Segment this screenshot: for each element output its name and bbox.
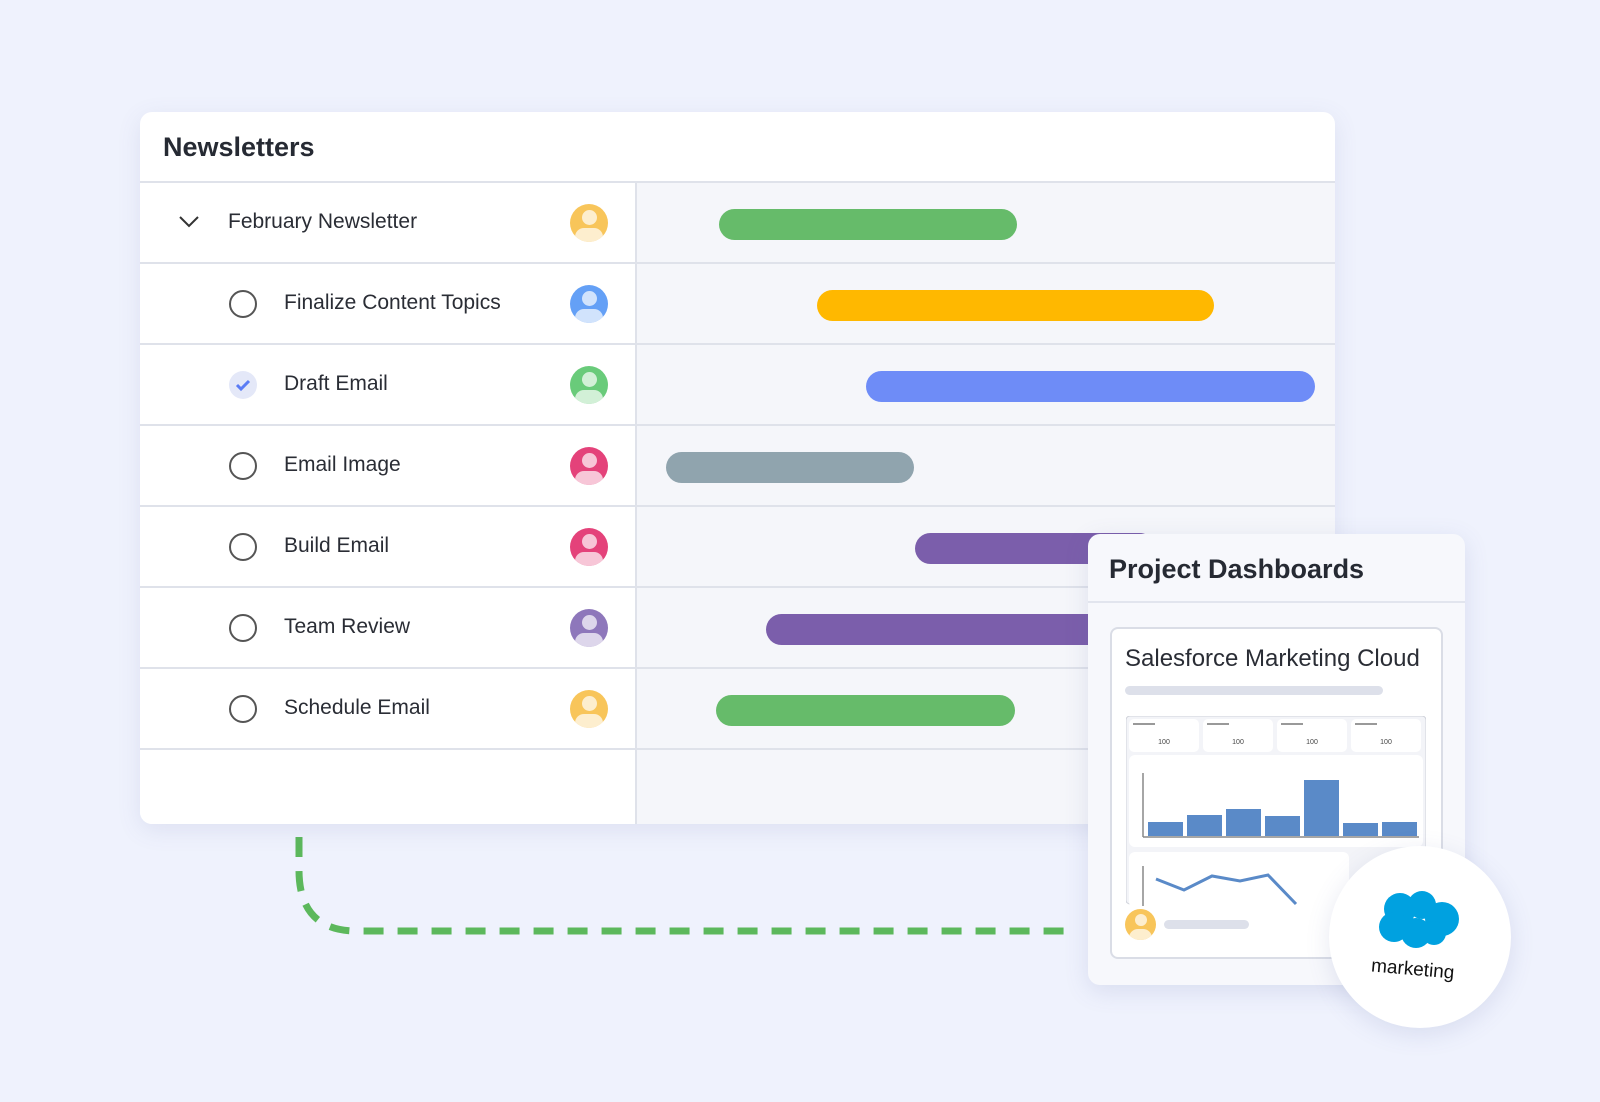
task-checkbox[interactable] [229, 533, 257, 561]
assignee-avatar[interactable] [570, 609, 608, 647]
dashboards-title: Project Dashboards [1109, 554, 1365, 584]
kpi-value: 100 [1158, 739, 1170, 746]
thumbnail-bar [1187, 815, 1222, 836]
group-label: February Newsletter [228, 210, 418, 233]
task-label: Draft Email [284, 372, 388, 395]
divider [1088, 601, 1465, 603]
task-label: Finalize Content Topics [284, 291, 501, 314]
task-checkbox[interactable] [229, 452, 257, 480]
task-cell: Build Email [140, 507, 637, 586]
task-checkbox[interactable] [229, 614, 257, 642]
task-label: Team Review [284, 615, 411, 638]
owner-avatar [1125, 909, 1156, 940]
thumbnail-bar [1343, 823, 1378, 836]
assignee-avatar[interactable] [570, 447, 608, 485]
task-row[interactable]: Finalize Content Topics [140, 264, 1335, 345]
timeline-cell [637, 183, 1335, 262]
group-row[interactable]: February Newsletter [140, 183, 1335, 264]
task-label: Email Image [284, 453, 401, 476]
thumbnail-bar [1148, 822, 1183, 836]
task-label: Schedule Email [284, 696, 430, 719]
timeline-cell [637, 345, 1335, 424]
check-icon [235, 379, 251, 392]
thumbnail-bar [1265, 816, 1300, 836]
task-cell: Draft Email [140, 345, 637, 424]
thumbnail-bar [1382, 822, 1417, 836]
task-cell: Schedule Email [140, 669, 637, 748]
timeline-cell [637, 264, 1335, 343]
assignee-avatar[interactable] [570, 690, 608, 728]
task-checkbox[interactable] [229, 695, 257, 723]
card-title: Newsletters [163, 132, 315, 162]
kpi-value: 100 [1380, 739, 1392, 746]
assignee-avatar[interactable] [570, 285, 608, 323]
task-label: Build Email [284, 534, 390, 557]
kpi-value: 100 [1306, 739, 1318, 746]
assignee-avatar[interactable] [570, 366, 608, 404]
chevron-down-icon[interactable] [176, 209, 202, 235]
salesforce-cloud-icon [1379, 891, 1459, 948]
placeholder-line [1125, 686, 1383, 695]
placeholder-line [1164, 920, 1249, 929]
logo-text: marketing [1370, 955, 1456, 984]
task-cell: Team Review [140, 588, 637, 667]
kpi-value: 100 [1232, 739, 1244, 746]
gantt-bar[interactable] [666, 452, 914, 483]
assignee-avatar[interactable] [570, 204, 608, 242]
timeline-cell [637, 426, 1335, 505]
task-cell: Finalize Content Topics [140, 264, 637, 343]
gantt-bar[interactable] [866, 371, 1315, 402]
gantt-bar[interactable] [719, 209, 1017, 240]
dashboard-name: Salesforce Marketing Cloud [1125, 645, 1420, 672]
task-row[interactable]: Email Image [140, 426, 1335, 507]
task-cell: Email Image [140, 426, 637, 505]
salesforce-marketing-logo: marketing [1329, 846, 1511, 1028]
thumbnail-bar [1226, 809, 1261, 836]
task-cell: February Newsletter [140, 183, 637, 262]
assignee-avatar[interactable] [570, 528, 608, 566]
task-checkbox[interactable] [229, 371, 257, 399]
task-row[interactable]: Draft Email [140, 345, 1335, 426]
task-checkbox[interactable] [229, 290, 257, 318]
gantt-bar[interactable] [817, 290, 1214, 321]
gantt-bar[interactable] [716, 695, 1015, 726]
thumbnail-bar [1304, 780, 1339, 836]
